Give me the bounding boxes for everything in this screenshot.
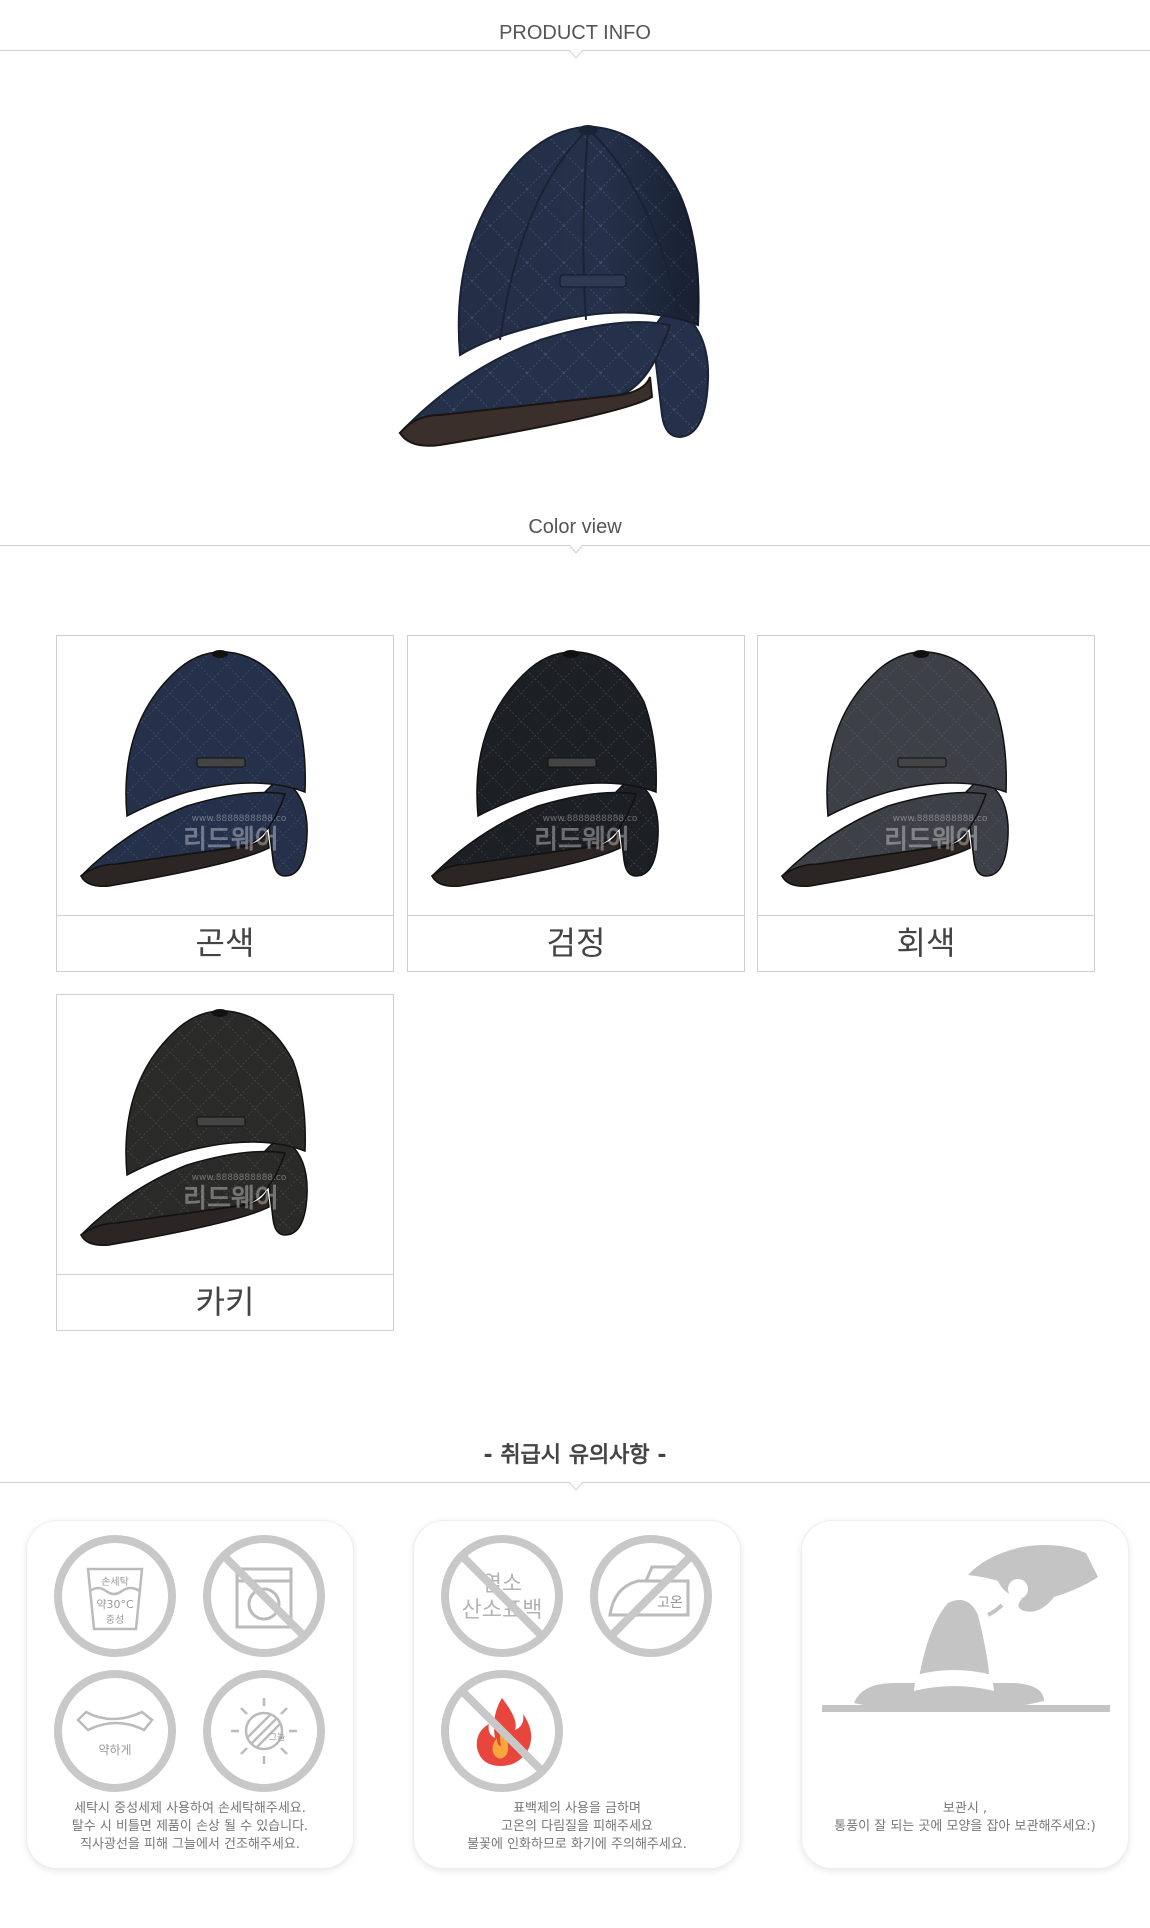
- care-box-washing: 손세탁 약30°C 중성 약하게 그늘 세탁시 중성세제 사용하여 손세탁해주세…: [27, 1521, 353, 1868]
- watermark-url: www.8888888888.co: [192, 814, 287, 824]
- hand-wash-line-2: 약30°C: [96, 1597, 134, 1611]
- color-card-2[interactable]: 리드웨어 www.8888888888.co 회색: [757, 635, 1095, 972]
- care-title: - 취급시 유의사항 -: [483, 1443, 667, 1468]
- divider-notch: [569, 50, 583, 60]
- watermark-text: 리드웨어: [884, 825, 980, 855]
- watermark-text: 리드웨어: [183, 825, 279, 855]
- divider-notch: [569, 545, 583, 555]
- care-box-storage: 보관시 , 통풍이 잘 되는 곳에 모양을 잡아 보관해주세요:): [802, 1521, 1128, 1868]
- color-swatch-image[interactable]: 리드웨어 www.8888888888.co: [758, 636, 1094, 916]
- color-label: 검정: [546, 924, 606, 962]
- product-hero-image: [380, 115, 770, 455]
- color-card-3[interactable]: 리드웨어 www.8888888888.co 카키: [56, 994, 394, 1331]
- color-label: 곤색: [195, 924, 255, 962]
- color-view-title: Color view: [528, 516, 622, 538]
- no-fire-icon: [439, 1668, 565, 1794]
- product-info-title: PRODUCT INFO: [499, 22, 651, 44]
- no-iron-label: 고온: [657, 1595, 683, 1611]
- shade-dry-icon: 그늘: [201, 1668, 327, 1794]
- no-bleach-icon: 염소 산소표백: [439, 1533, 565, 1659]
- hand-wash-line-3: 중성: [106, 1614, 124, 1626]
- divider-notch: [569, 1482, 583, 1492]
- no-high-heat-iron-icon: 고온: [588, 1533, 714, 1659]
- color-swatch-image[interactable]: 리드웨어 www.8888888888.co: [408, 636, 744, 916]
- watermark-url: www.8888888888.co: [543, 814, 638, 824]
- color-label: 회색: [896, 924, 956, 962]
- color-label: 카키: [195, 1283, 255, 1321]
- care-box-bleach-iron: 염소 산소표백 고온 표백제의 사용을 금하며 고온의 다림질을 피해주세요 불…: [414, 1521, 740, 1868]
- care-text-bleach-iron: 표백제의 사용을 금하며 고온의 다림질을 피해주세요 불꽃에 인화하므로 화기…: [467, 1801, 687, 1852]
- color-card-1[interactable]: 리드웨어 www.8888888888.co 검정: [407, 635, 745, 972]
- gentle-wring-label: 약하게: [98, 1742, 131, 1757]
- color-swatch-image[interactable]: 리드웨어 www.8888888888.co: [57, 995, 393, 1275]
- color-card-0[interactable]: 리드웨어 www.8888888888.co 곤색: [56, 635, 394, 972]
- watermark-text: 리드웨어: [534, 825, 630, 855]
- hand-wash-line-1: 손세탁: [101, 1576, 129, 1588]
- watermark-url: www.8888888888.co: [192, 1173, 287, 1183]
- hand-wash-icon: 손세탁 약30°C 중성: [52, 1533, 178, 1659]
- no-washing-machine-icon: [201, 1533, 327, 1659]
- watermark-url: www.8888888888.co: [893, 814, 988, 824]
- shade-dry-label: 그늘: [269, 1732, 286, 1743]
- care-text-washing: 세탁시 중성세제 사용하여 손세탁해주세요. 탈수 시 비틀면 제품이 손상 될…: [71, 1801, 309, 1852]
- hat-storage-icon: [818, 1535, 1114, 1725]
- gentle-wring-icon: 약하게: [52, 1668, 178, 1794]
- care-text-storage: 보관시 , 통풍이 잘 되는 곳에 모양을 잡아 보관해주세요:): [834, 1801, 1096, 1834]
- color-swatch-image[interactable]: 리드웨어 www.8888888888.co: [57, 636, 393, 916]
- watermark-text: 리드웨어: [183, 1184, 279, 1214]
